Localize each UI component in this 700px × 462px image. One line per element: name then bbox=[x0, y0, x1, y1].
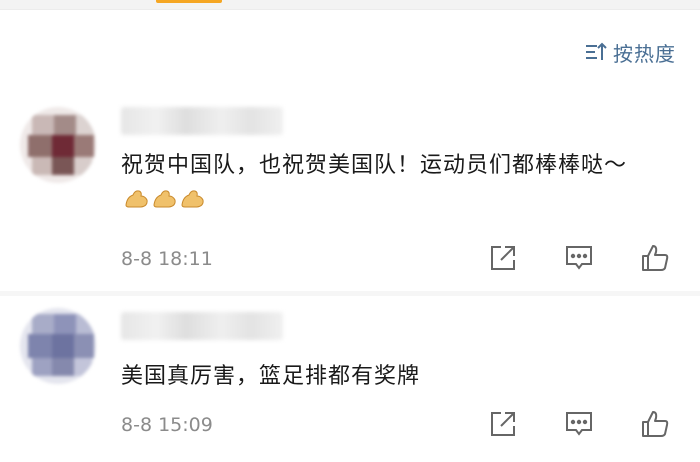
comment-actions bbox=[488, 243, 670, 273]
reply-icon[interactable] bbox=[564, 409, 594, 439]
reply-icon[interactable] bbox=[564, 243, 594, 273]
comment-time: 8-8 15:09 bbox=[121, 414, 213, 436]
avatar[interactable] bbox=[20, 308, 96, 384]
comment-item: 祝贺中国队，也祝贺美国队！运动员们都棒棒哒～ 8-8 18:11 bbox=[0, 95, 700, 291]
share-icon[interactable] bbox=[488, 409, 518, 439]
active-tab-indicator bbox=[156, 0, 222, 3]
avatar[interactable] bbox=[20, 107, 96, 183]
comment-time: 8-8 18:11 bbox=[121, 248, 213, 270]
sort-by-hot-button[interactable]: 按热度 bbox=[585, 38, 676, 66]
like-icon[interactable] bbox=[640, 409, 670, 439]
comment-text: 美国真厉害，篮足排都有奖牌 bbox=[121, 364, 421, 389]
like-icon[interactable] bbox=[640, 243, 670, 273]
comment-text: 祝贺中国队，也祝贺美国队！运动员们都棒棒哒～ bbox=[121, 147, 681, 223]
share-icon[interactable] bbox=[488, 243, 518, 273]
username-blurred[interactable] bbox=[121, 312, 283, 340]
top-strip bbox=[0, 0, 700, 10]
muscle-emoji bbox=[123, 185, 207, 223]
sort-icon bbox=[585, 42, 607, 62]
comment-item: 美国真厉害，篮足排都有奖牌 8-8 15:09 bbox=[0, 296, 700, 462]
sort-label: 按热度 bbox=[613, 41, 676, 66]
username-blurred[interactable] bbox=[121, 107, 283, 135]
comment-actions bbox=[488, 409, 670, 439]
